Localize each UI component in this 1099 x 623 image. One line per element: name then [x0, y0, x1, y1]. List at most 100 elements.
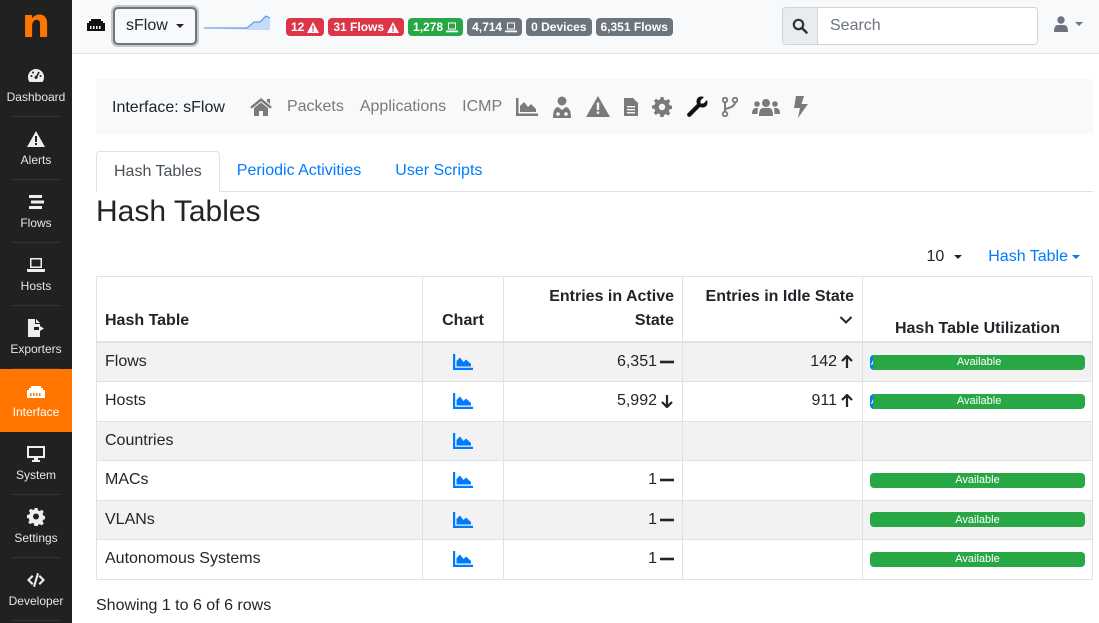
table-row: Hosts 5,992911 AAvailable [96, 381, 1093, 422]
status-badge[interactable]: 6,351 Flows [595, 18, 673, 36]
tab-periodic-activities[interactable]: Periodic Activities [220, 151, 379, 191]
sidebar-item-dashboard[interactable]: Dashboard [0, 54, 72, 117]
tab-user-scripts[interactable]: User Scripts [378, 151, 499, 191]
user-menu[interactable] [1054, 16, 1083, 32]
warning-icon [307, 21, 320, 33]
status-badge[interactable]: 0 Devices [526, 18, 592, 36]
table-row: Flows 6,351142 AAvailable [96, 341, 1093, 382]
area-chart-icon[interactable] [453, 432, 473, 449]
cell-utilization: Available [862, 499, 1093, 540]
cell-hash-table: Hosts [96, 381, 423, 422]
cell-utilization: AAvailable [862, 381, 1093, 422]
bolt-icon[interactable] [794, 95, 809, 118]
cog-icon [27, 508, 45, 526]
wrench-icon[interactable] [686, 96, 708, 118]
table-toolbar: 10 Hash Table [926, 248, 1080, 266]
area-chart-icon[interactable] [453, 353, 473, 370]
utilization-available: Available [956, 356, 1002, 368]
cell-utilization [862, 420, 1093, 461]
cell-active-entries: 1 [503, 499, 683, 540]
utilization-available: Available [955, 474, 1000, 487]
code-branch-icon[interactable] [722, 96, 739, 117]
desktop-icon [27, 446, 45, 462]
cell-chart [422, 539, 504, 580]
cell-chart [422, 420, 504, 461]
status-badge[interactable]: 4,714 [467, 18, 523, 36]
minus-icon [660, 557, 674, 561]
cell-idle-entries [682, 460, 863, 501]
search-button[interactable] [783, 8, 818, 44]
sidebar-item-system[interactable]: System [0, 432, 72, 495]
sort-desc-icon [839, 316, 853, 324]
warning-icon[interactable] [586, 96, 611, 117]
sidebar-item-label: Interface [12, 405, 60, 419]
status-badge[interactable]: 12 [286, 18, 325, 36]
laptop-icon [446, 22, 459, 32]
sidebar-item-developer[interactable]: Developer [0, 558, 72, 621]
nav-link-applications[interactable]: Applications [360, 98, 446, 116]
sidebar-item-exporters[interactable]: Exporters [0, 306, 72, 369]
sidebar-item-interface[interactable]: Interface [0, 369, 72, 432]
pagination-info: Showing 1 to 6 of 6 rows [96, 597, 272, 614]
user-md-icon[interactable] [552, 96, 572, 118]
cell-utilization: AAvailable [862, 341, 1093, 382]
utilization-bar: Available [870, 472, 1085, 488]
column-header-hash-table[interactable]: Hash Table [96, 276, 423, 343]
area-chart-icon[interactable] [453, 472, 473, 489]
sidebar-item-label: Dashboard [6, 90, 66, 104]
nav-link-packets[interactable]: Packets [287, 98, 344, 116]
sidebar-item-hosts[interactable]: Hosts [0, 243, 72, 306]
area-chart-icon[interactable] [516, 97, 539, 116]
status-badge[interactable]: 1,278 [408, 18, 464, 36]
file-icon[interactable] [624, 97, 639, 116]
sidebar-item-settings[interactable]: Settings [0, 495, 72, 558]
area-chart-icon[interactable] [453, 393, 473, 410]
ntopng-logo[interactable]: n [0, 0, 72, 54]
cell-hash-table: VLANs [96, 499, 423, 540]
caret-down-icon [954, 254, 963, 259]
utilization-bar: Available [870, 512, 1085, 528]
page-size-dropdown[interactable]: 10 [926, 248, 963, 266]
sidebar-item-flows[interactable]: Flows [0, 180, 72, 243]
area-chart-icon[interactable] [453, 511, 473, 528]
sidebar-item-alerts[interactable]: Alerts [0, 117, 72, 180]
minus-icon [660, 360, 674, 364]
status-badge[interactable]: 31 Flows [328, 18, 405, 36]
cog-icon[interactable] [652, 96, 673, 117]
arrow-down-icon [661, 395, 673, 409]
table-row: MACs 1 Available [96, 460, 1093, 501]
code-icon [27, 573, 45, 587]
sidebar-item-label: Exporters [10, 342, 62, 356]
caret-down-icon [1072, 254, 1080, 259]
columns-dropdown[interactable]: Hash Table [988, 248, 1080, 266]
search-icon [792, 18, 808, 34]
caret-down-icon [175, 24, 184, 28]
cell-idle-entries [682, 420, 863, 461]
cell-idle-entries: 142 [682, 341, 863, 382]
cell-utilization: Available [862, 539, 1093, 580]
cell-hash-table: MACs [96, 460, 423, 501]
cell-hash-table: Autonomous Systems [96, 539, 423, 580]
sidebar-item-label: Flows [20, 216, 52, 230]
users-icon[interactable] [752, 98, 781, 116]
sidebar-item-label: Hosts [20, 279, 52, 293]
utilization-bar: AAvailable [870, 393, 1085, 409]
user-icon [1054, 16, 1068, 32]
column-header-active-entries[interactable]: Entries in Active State [503, 276, 683, 343]
column-header-utilization[interactable]: Hash Table Utilization [862, 276, 1093, 343]
cell-chart [422, 381, 504, 422]
utilization-bar: Available [870, 551, 1085, 567]
minus-icon [660, 518, 674, 521]
home-icon[interactable] [249, 97, 273, 117]
file-export-icon [28, 319, 44, 337]
table-header-row: Hash Table Chart Entries in Active State… [96, 276, 1093, 343]
area-chart-icon[interactable] [453, 551, 473, 568]
nav-link-icmp[interactable]: ICMP [462, 98, 502, 116]
tab-hash-tables[interactable]: Hash Tables [96, 151, 220, 192]
column-header-idle-entries[interactable]: Entries in Idle State [682, 276, 863, 343]
search-input[interactable] [818, 8, 1037, 44]
cell-active-entries [503, 420, 683, 461]
table-row: Autonomous Systems 1 Available [96, 539, 1093, 580]
interface-select[interactable]: sFlow [113, 7, 197, 45]
cell-active-entries: 6,351 [503, 341, 683, 382]
